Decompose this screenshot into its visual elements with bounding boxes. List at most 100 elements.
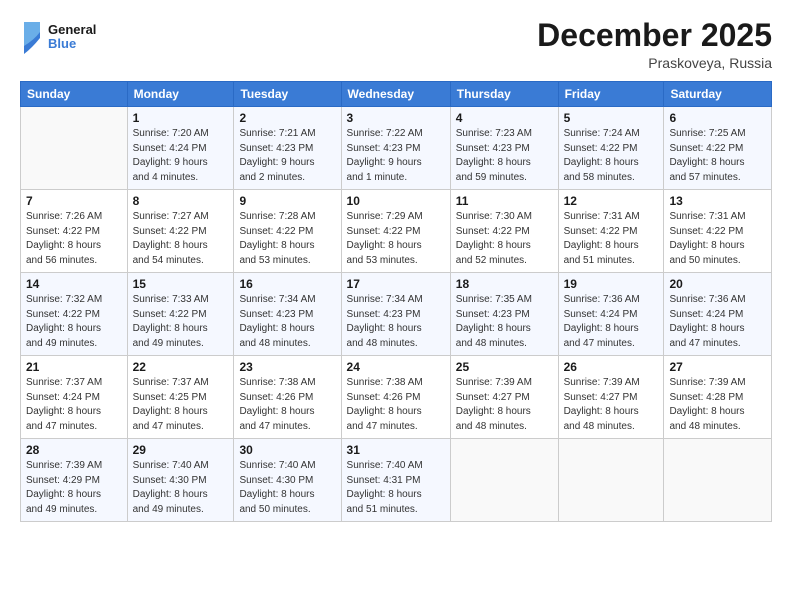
calendar-cell: 2 Sunrise: 7:21 AM Sunset: 4:23 PM Daylig…: [234, 107, 341, 190]
calendar-cell: [450, 439, 558, 522]
day-number: 16: [239, 277, 335, 291]
day-info: Sunrise: 7:31 AM Sunset: 4:22 PM Dayligh…: [669, 210, 766, 268]
day-info: Sunrise: 7:37 AM Sunset: 4:25 PM Dayligh…: [133, 376, 229, 434]
page: General Blue December 2025 Praskoveya, R…: [0, 0, 792, 612]
calendar-cell: 3 Sunrise: 7:22 AM Sunset: 4:23 PM Daylig…: [341, 107, 450, 190]
day-number: 31: [347, 443, 445, 457]
day-info: Sunrise: 7:37 AM Sunset: 4:24 PM Dayligh…: [26, 376, 122, 434]
weekday-tuesday: Tuesday: [234, 82, 341, 107]
day-number: 20: [669, 277, 766, 291]
calendar-cell: 10 Sunrise: 7:29 AM Sunset: 4:22 PM Dayli…: [341, 190, 450, 273]
calendar-cell: 12 Sunrise: 7:31 AM Sunset: 4:22 PM Dayli…: [558, 190, 664, 273]
calendar-cell: [21, 107, 128, 190]
calendar-cell: 25 Sunrise: 7:39 AM Sunset: 4:27 PM Dayli…: [450, 356, 558, 439]
day-info: Sunrise: 7:21 AM Sunset: 4:23 PM Dayligh…: [239, 127, 335, 185]
week-row-2: 7Sunrise: 7:26 AM Sunset: 4:22 PM Daylig…: [21, 190, 772, 273]
calendar-cell: 17Sunrise: 7:34 AM Sunset: 4:23 PM Dayli…: [341, 273, 450, 356]
day-number: 2: [239, 111, 335, 125]
title-block: December 2025 Praskoveya, Russia: [537, 18, 772, 71]
day-info: Sunrise: 7:22 AM Sunset: 4:23 PM Dayligh…: [347, 127, 445, 185]
day-number: 30: [239, 443, 335, 457]
header: General Blue December 2025 Praskoveya, R…: [20, 18, 772, 71]
day-info: Sunrise: 7:38 AM Sunset: 4:26 PM Dayligh…: [347, 376, 445, 434]
weekday-thursday: Thursday: [450, 82, 558, 107]
calendar-cell: 11 Sunrise: 7:30 AM Sunset: 4:22 PM Dayli…: [450, 190, 558, 273]
location: Praskoveya, Russia: [537, 55, 772, 71]
calendar-cell: 9Sunrise: 7:28 AM Sunset: 4:22 PM Daylig…: [234, 190, 341, 273]
day-info: Sunrise: 7:32 AM Sunset: 4:22 PM Dayligh…: [26, 293, 122, 351]
week-row-3: 14 Sunrise: 7:32 AM Sunset: 4:22 PM Dayli…: [21, 273, 772, 356]
day-info: Sunrise: 7:33 AM Sunset: 4:22 PM Dayligh…: [133, 293, 229, 351]
weekday-sunday: Sunday: [21, 82, 128, 107]
week-row-4: 21Sunrise: 7:37 AM Sunset: 4:24 PM Dayli…: [21, 356, 772, 439]
day-number: 4: [456, 111, 553, 125]
day-number: 26: [564, 360, 659, 374]
day-info: Sunrise: 7:31 AM Sunset: 4:22 PM Dayligh…: [564, 210, 659, 268]
calendar-cell: 8 Sunrise: 7:27 AM Sunset: 4:22 PM Daylig…: [127, 190, 234, 273]
day-number: 25: [456, 360, 553, 374]
calendar-cell: 29 Sunrise: 7:40 AM Sunset: 4:30 PM Dayli…: [127, 439, 234, 522]
calendar-cell: 21Sunrise: 7:37 AM Sunset: 4:24 PM Dayli…: [21, 356, 128, 439]
day-number: 24: [347, 360, 445, 374]
day-info: Sunrise: 7:27 AM Sunset: 4:22 PM Dayligh…: [133, 210, 229, 268]
day-number: 29: [133, 443, 229, 457]
svg-text:General: General: [48, 22, 96, 37]
day-info: Sunrise: 7:34 AM Sunset: 4:23 PM Dayligh…: [239, 293, 335, 351]
day-info: Sunrise: 7:39 AM Sunset: 4:28 PM Dayligh…: [669, 376, 766, 434]
calendar-cell: 20Sunrise: 7:36 AM Sunset: 4:24 PM Dayli…: [664, 273, 772, 356]
day-info: Sunrise: 7:36 AM Sunset: 4:24 PM Dayligh…: [564, 293, 659, 351]
calendar-cell: [558, 439, 664, 522]
day-info: Sunrise: 7:38 AM Sunset: 4:26 PM Dayligh…: [239, 376, 335, 434]
day-number: 11: [456, 194, 553, 208]
calendar-cell: 16 Sunrise: 7:34 AM Sunset: 4:23 PM Dayli…: [234, 273, 341, 356]
week-row-1: 1Sunrise: 7:20 AM Sunset: 4:24 PM Daylig…: [21, 107, 772, 190]
day-number: 14: [26, 277, 122, 291]
calendar-cell: 18Sunrise: 7:35 AM Sunset: 4:23 PM Dayli…: [450, 273, 558, 356]
day-info: Sunrise: 7:24 AM Sunset: 4:22 PM Dayligh…: [564, 127, 659, 185]
day-info: Sunrise: 7:25 AM Sunset: 4:22 PM Dayligh…: [669, 127, 766, 185]
day-info: Sunrise: 7:35 AM Sunset: 4:23 PM Dayligh…: [456, 293, 553, 351]
weekday-wednesday: Wednesday: [341, 82, 450, 107]
calendar-cell: 7Sunrise: 7:26 AM Sunset: 4:22 PM Daylig…: [21, 190, 128, 273]
logo: General Blue: [20, 18, 110, 56]
calendar-table: SundayMondayTuesdayWednesdayThursdayFrid…: [20, 81, 772, 522]
day-info: Sunrise: 7:40 AM Sunset: 4:31 PM Dayligh…: [347, 459, 445, 517]
calendar-cell: 5 Sunrise: 7:24 AM Sunset: 4:22 PM Daylig…: [558, 107, 664, 190]
calendar-cell: 19 Sunrise: 7:36 AM Sunset: 4:24 PM Dayli…: [558, 273, 664, 356]
svg-text:Blue: Blue: [48, 36, 76, 51]
weekday-row: SundayMondayTuesdayWednesdayThursdayFrid…: [21, 82, 772, 107]
day-info: Sunrise: 7:39 AM Sunset: 4:29 PM Dayligh…: [26, 459, 122, 517]
day-number: 6: [669, 111, 766, 125]
weekday-saturday: Saturday: [664, 82, 772, 107]
day-info: Sunrise: 7:34 AM Sunset: 4:23 PM Dayligh…: [347, 293, 445, 351]
day-info: Sunrise: 7:40 AM Sunset: 4:30 PM Dayligh…: [239, 459, 335, 517]
day-number: 8: [133, 194, 229, 208]
day-number: 3: [347, 111, 445, 125]
day-number: 12: [564, 194, 659, 208]
weekday-friday: Friday: [558, 82, 664, 107]
calendar-cell: 28 Sunrise: 7:39 AM Sunset: 4:29 PM Dayli…: [21, 439, 128, 522]
calendar-cell: 13Sunrise: 7:31 AM Sunset: 4:22 PM Dayli…: [664, 190, 772, 273]
calendar-body: 1Sunrise: 7:20 AM Sunset: 4:24 PM Daylig…: [21, 107, 772, 522]
calendar-cell: 15Sunrise: 7:33 AM Sunset: 4:22 PM Dayli…: [127, 273, 234, 356]
day-number: 5: [564, 111, 659, 125]
calendar-cell: 14 Sunrise: 7:32 AM Sunset: 4:22 PM Dayli…: [21, 273, 128, 356]
day-info: Sunrise: 7:40 AM Sunset: 4:30 PM Dayligh…: [133, 459, 229, 517]
day-number: 19: [564, 277, 659, 291]
day-info: Sunrise: 7:28 AM Sunset: 4:22 PM Dayligh…: [239, 210, 335, 268]
day-number: 10: [347, 194, 445, 208]
day-info: Sunrise: 7:29 AM Sunset: 4:22 PM Dayligh…: [347, 210, 445, 268]
weekday-monday: Monday: [127, 82, 234, 107]
logo-svg: General Blue: [20, 18, 110, 56]
day-number: 27: [669, 360, 766, 374]
calendar-cell: 1Sunrise: 7:20 AM Sunset: 4:24 PM Daylig…: [127, 107, 234, 190]
day-number: 28: [26, 443, 122, 457]
calendar-cell: [664, 439, 772, 522]
calendar-cell: 4Sunrise: 7:23 AM Sunset: 4:23 PM Daylig…: [450, 107, 558, 190]
day-info: Sunrise: 7:30 AM Sunset: 4:22 PM Dayligh…: [456, 210, 553, 268]
day-number: 23: [239, 360, 335, 374]
week-row-5: 28 Sunrise: 7:39 AM Sunset: 4:29 PM Dayli…: [21, 439, 772, 522]
day-info: Sunrise: 7:39 AM Sunset: 4:27 PM Dayligh…: [456, 376, 553, 434]
calendar-cell: 31 Sunrise: 7:40 AM Sunset: 4:31 PM Dayli…: [341, 439, 450, 522]
calendar-header: SundayMondayTuesdayWednesdayThursdayFrid…: [21, 82, 772, 107]
